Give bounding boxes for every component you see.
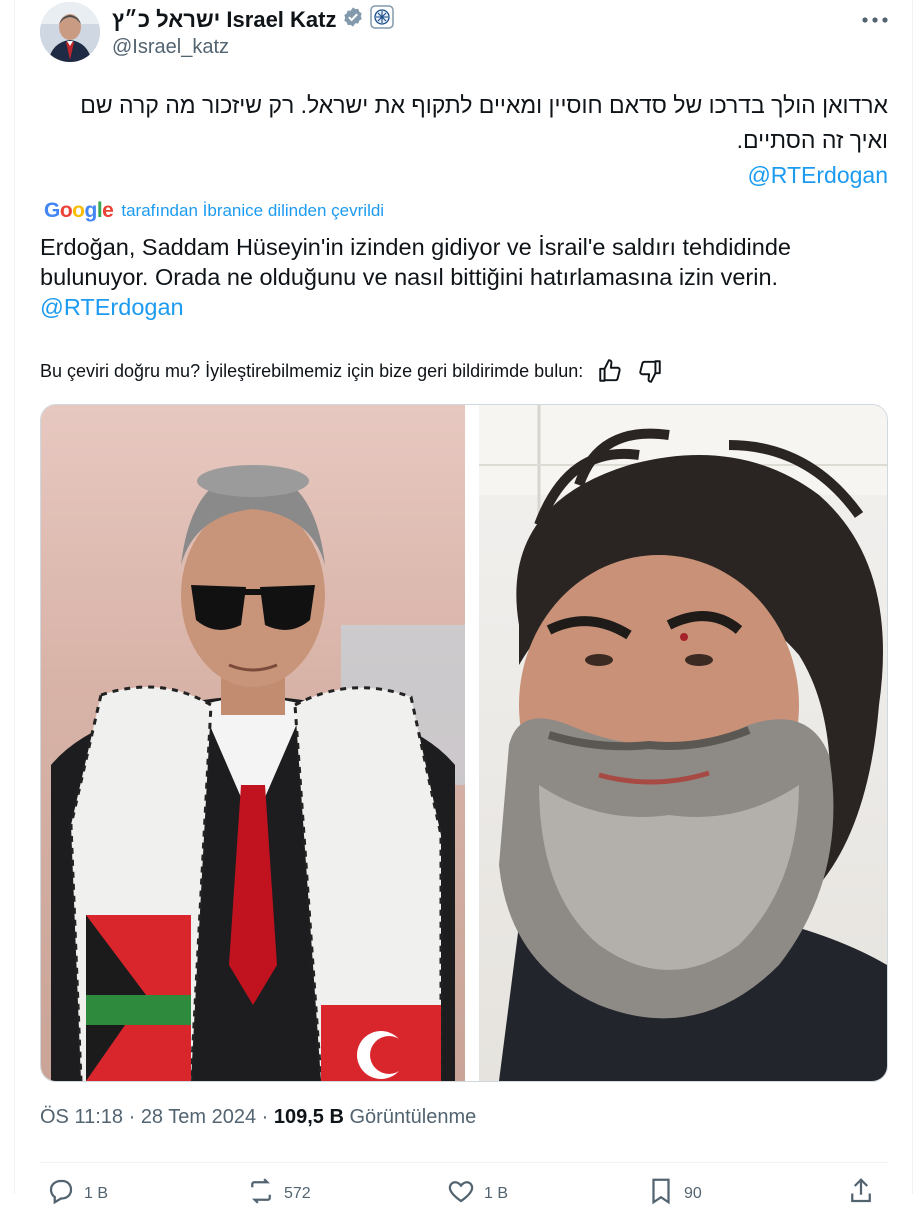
- government-emblem-icon[interactable]: [370, 5, 395, 34]
- frame-right-border: [912, 0, 913, 1194]
- author-handle[interactable]: @Israel_katz: [112, 36, 229, 59]
- translated-text: Erdoğan, Saddam Hüseyin'in izinden gidiy…: [40, 232, 888, 322]
- avatar[interactable]: [40, 2, 100, 62]
- tweet-actions: 1 B 572 1 B 90: [40, 1176, 888, 1206]
- translated-mention-link[interactable]: @RTErdogan: [40, 292, 888, 322]
- more-options-icon[interactable]: [858, 8, 892, 32]
- feedback-question: Bu çeviri doğru mu? İyileştirebilmemiz i…: [40, 360, 584, 381]
- media-photo-left[interactable]: [41, 405, 465, 1081]
- views-label: Görüntülenme: [349, 1106, 477, 1128]
- tweet-media[interactable]: [40, 404, 888, 1082]
- verified-badge-icon: [342, 6, 364, 33]
- display-name[interactable]: ישראל כ״ץ Israel Katz: [112, 7, 336, 33]
- thumbs-up-icon[interactable]: [597, 358, 623, 384]
- views-count: 109,5 B: [273, 1106, 344, 1128]
- translated-body: Erdoğan, Saddam Hüseyin'in izinden gidiy…: [40, 234, 791, 290]
- translated-by-label[interactable]: tarafından İbranice dilinden çevrildi: [121, 201, 384, 221]
- divider: [40, 1162, 888, 1163]
- tweet-date[interactable]: 28 Tem 2024: [141, 1106, 256, 1128]
- media-photo-right[interactable]: [479, 405, 887, 1081]
- mention-link[interactable]: @RTErdogan: [40, 158, 888, 193]
- thumbs-down-icon[interactable]: [637, 358, 663, 384]
- google-logo: Google: [44, 199, 114, 222]
- tweet-text-hebrew: ארדואן הולך בדרכו של סדאם חוסיין ומאיים …: [80, 92, 888, 153]
- tweet-time[interactable]: ÖS 11:18: [40, 1106, 123, 1128]
- meta-separator: ·: [128, 1106, 141, 1128]
- frame-left-border: [14, 0, 15, 1194]
- meta-separator: ·: [261, 1106, 274, 1128]
- tweet-meta: ÖS 11:18 · 28 Tem 2024 · 109,5 B Görüntü…: [40, 1106, 476, 1129]
- translation-feedback: Bu çeviri doğru mu? İyileştirebilmemiz i…: [40, 358, 663, 384]
- tweet-header: ישראל כ״ץ Israel Katz @Israel_katz: [40, 2, 900, 64]
- translation-attribution: Google tarafından İbranice dilinden çevr…: [44, 199, 384, 223]
